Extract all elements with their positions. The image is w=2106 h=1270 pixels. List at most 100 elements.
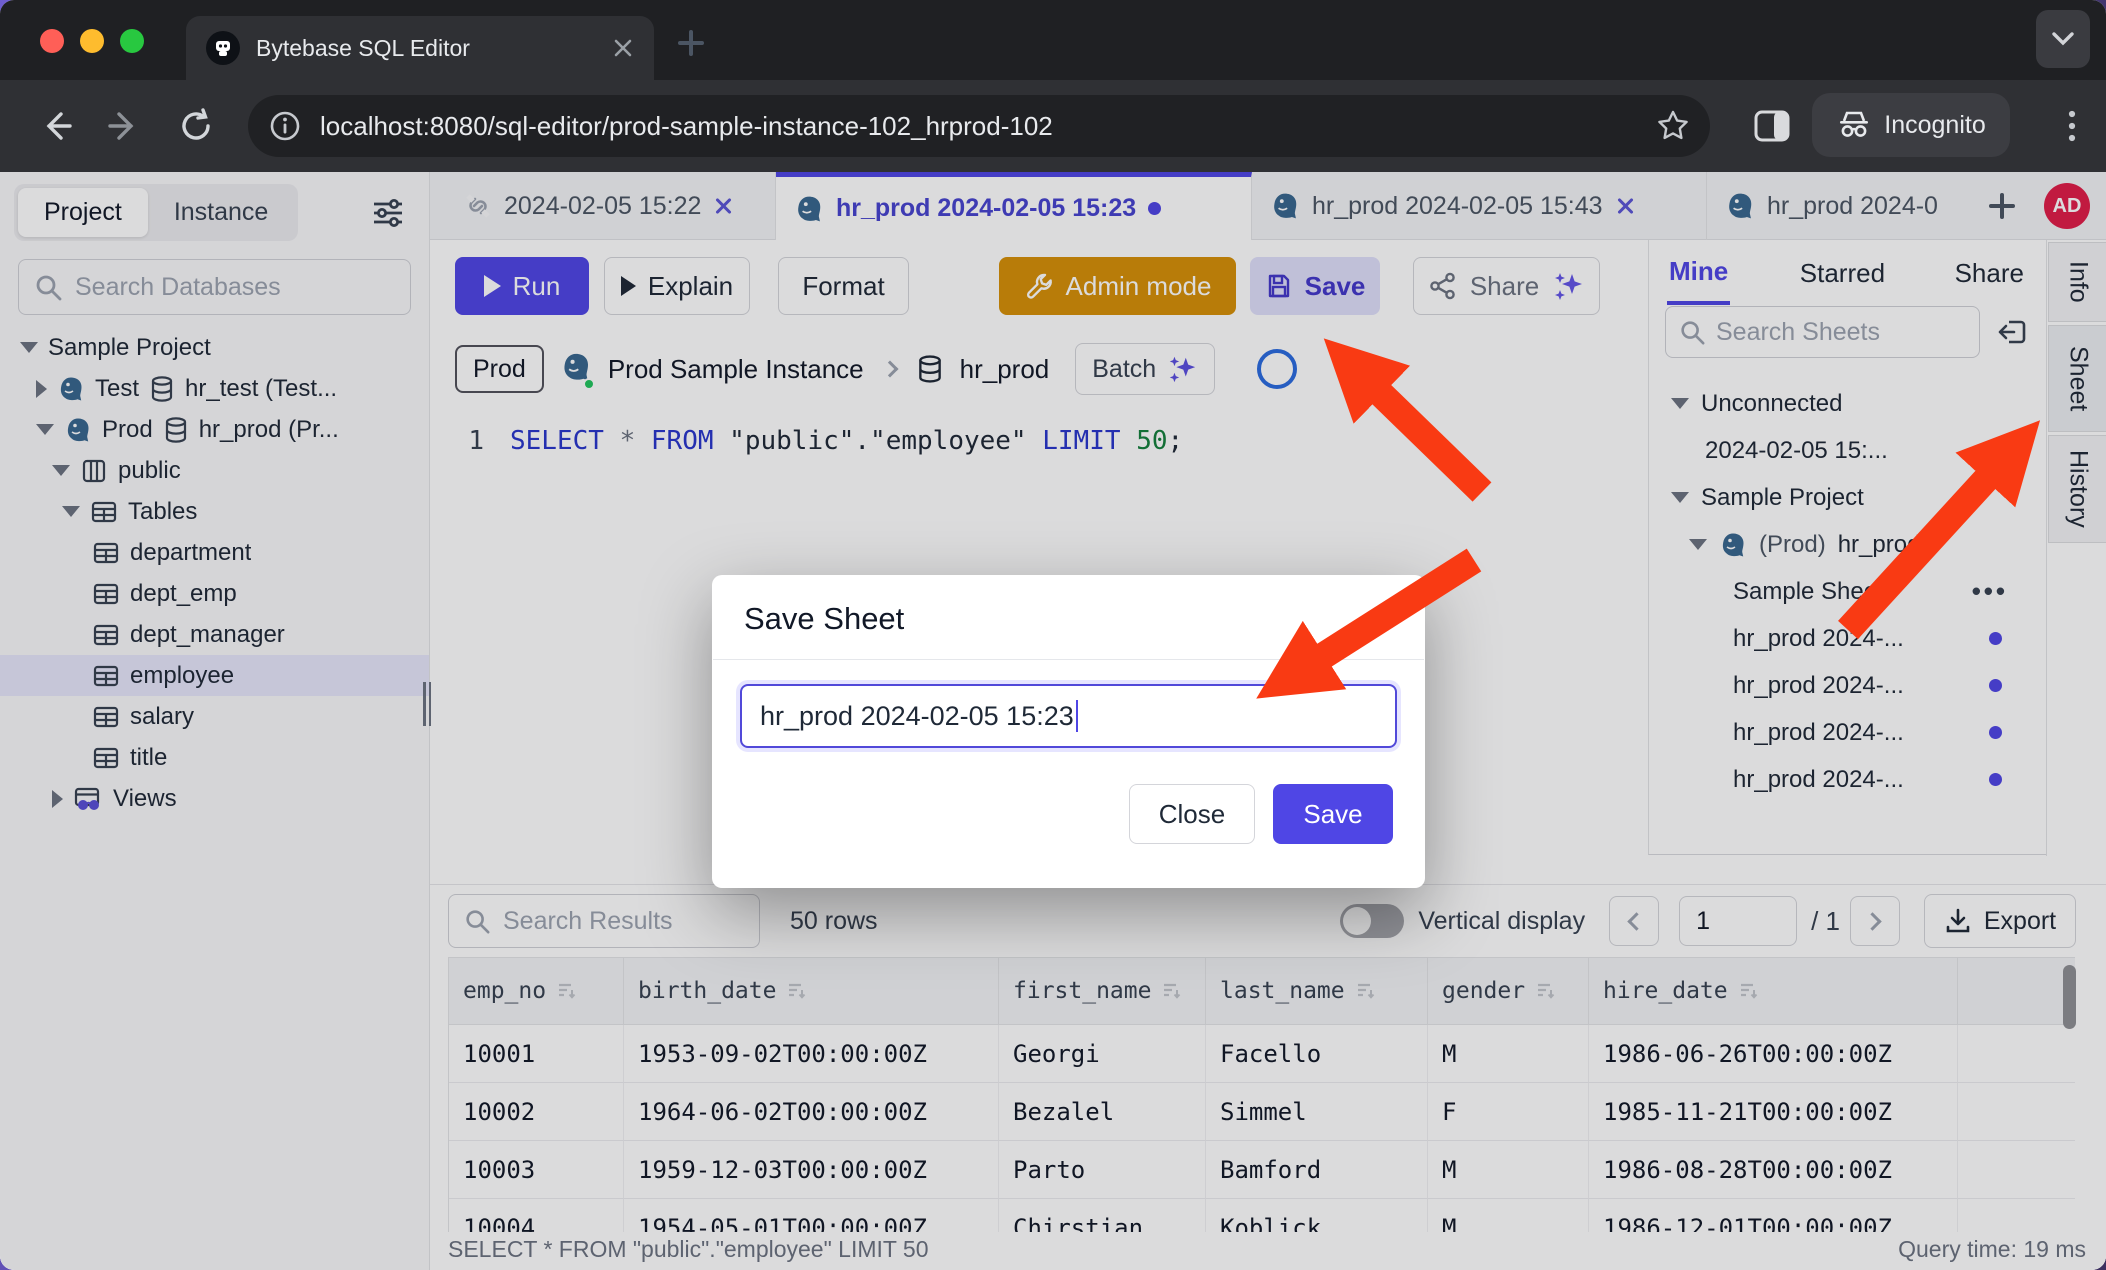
sheet-name-input[interactable]: hr_prod 2024-02-05 15:23 xyxy=(740,684,1397,748)
environment-chip[interactable]: Prod xyxy=(455,345,544,393)
run-button[interactable]: Run xyxy=(455,257,589,315)
table-row[interactable]: 100031959-12-03T00:00:00ZPartoBamfordM19… xyxy=(449,1141,2075,1199)
tab-project[interactable]: Project xyxy=(18,188,148,237)
back-icon[interactable] xyxy=(36,106,76,146)
database-name[interactable]: hr_prod xyxy=(960,354,1050,385)
tab-sheet[interactable]: Sheet xyxy=(2048,325,2106,432)
side-panel-icon[interactable] xyxy=(1750,104,1794,148)
column-header[interactable]: hire_date xyxy=(1589,958,1958,1025)
admin-mode-button[interactable]: Admin mode xyxy=(999,257,1236,315)
dialog-close-icon[interactable] xyxy=(1367,606,1393,632)
dialog-save-button[interactable]: Save xyxy=(1273,784,1393,844)
reload-icon[interactable] xyxy=(176,106,216,146)
close-tab-icon[interactable] xyxy=(1615,196,1635,216)
sheet-group-database[interactable]: (Prod)hr_prod xyxy=(1649,521,2046,568)
prev-page-button[interactable] xyxy=(1609,896,1659,946)
worksheet-tab-1[interactable]: 2024-02-05 15:22 xyxy=(446,172,776,240)
sheet-item[interactable]: 2024-02-05 15:... xyxy=(1649,427,2046,474)
sheet-group-unconnected[interactable]: Unconnected xyxy=(1649,380,2046,427)
tree-item-table[interactable]: salary xyxy=(0,696,429,737)
tree-item-test-db[interactable]: Test hr_test (Test... xyxy=(0,368,429,409)
next-page-button[interactable] xyxy=(1850,896,1900,946)
format-button[interactable]: Format xyxy=(778,257,909,315)
filter-sliders-icon[interactable] xyxy=(369,194,407,232)
vertical-display-toggle[interactable] xyxy=(1340,904,1404,938)
site-info-icon[interactable] xyxy=(268,109,302,143)
tree-item-schema-public[interactable]: public xyxy=(0,450,429,491)
tree-item-prod-db[interactable]: Prod hr_prod (Pr... xyxy=(0,409,429,450)
sidebar-resize-handle[interactable] xyxy=(423,682,431,726)
browser-tab-close-icon[interactable] xyxy=(612,37,634,59)
table-row[interactable]: 100041954-05-01T00:00:00ZChirstianKoblic… xyxy=(449,1199,2075,1233)
share-button[interactable]: Share xyxy=(1413,257,1600,315)
browser-menu-icon[interactable] xyxy=(2052,106,2092,146)
database-search-input[interactable]: Search Databases xyxy=(18,259,411,315)
sort-icon[interactable] xyxy=(1535,980,1557,1002)
table-row[interactable]: 100021964-06-02T00:00:00ZBezalelSimmelF1… xyxy=(449,1083,2075,1141)
dialog-close-button[interactable]: Close xyxy=(1129,784,1255,844)
browser-tab[interactable]: Bytebase SQL Editor xyxy=(186,16,654,80)
caret-down-icon[interactable] xyxy=(20,342,38,353)
results-table[interactable]: emp_no birth_date first_name last_name g… xyxy=(448,957,2075,1233)
sort-icon[interactable] xyxy=(1161,980,1183,1002)
tree-item-project[interactable]: Sample Project xyxy=(0,327,429,368)
sort-icon[interactable] xyxy=(786,980,808,1002)
sort-icon[interactable] xyxy=(1355,980,1377,1002)
tree-group-views[interactable]: Views xyxy=(0,778,429,819)
worksheet-tab-2-active[interactable]: hr_prod 2024-02-05 15:23 xyxy=(776,172,1252,240)
address-bar[interactable]: localhost:8080/sql-editor/prod-sample-in… xyxy=(248,95,1710,157)
sheet-item[interactable]: hr_prod 2024-... xyxy=(1649,615,2046,662)
instance-name[interactable]: Prod Sample Instance xyxy=(608,354,864,385)
sheet-item[interactable]: hr_prod 2024-... xyxy=(1649,709,2046,756)
window-close-button[interactable] xyxy=(40,29,64,53)
tree-item-table[interactable]: dept_emp xyxy=(0,573,429,614)
sort-icon[interactable] xyxy=(556,980,578,1002)
caret-right-icon[interactable] xyxy=(36,380,47,398)
user-avatar[interactable]: AD xyxy=(2044,183,2090,229)
tree-group-tables[interactable]: Tables xyxy=(0,491,429,532)
close-tab-icon[interactable] xyxy=(713,196,733,216)
explain-button[interactable]: Explain xyxy=(604,257,750,315)
page-number-input[interactable] xyxy=(1679,896,1797,946)
collapse-panel-icon[interactable] xyxy=(1996,315,2030,349)
results-search-input[interactable]: Search Results xyxy=(448,894,760,948)
tab-history[interactable]: History xyxy=(2048,435,2106,543)
tab-starred[interactable]: Starred xyxy=(1800,258,1885,289)
sheet-item[interactable]: Sample Sheet••• xyxy=(1649,568,2046,615)
caret-right-icon[interactable] xyxy=(52,790,63,808)
new-worksheet-button[interactable] xyxy=(1989,193,2015,219)
column-header[interactable]: gender xyxy=(1428,958,1589,1025)
batch-button[interactable]: Batch xyxy=(1075,343,1215,395)
sheet-search-input[interactable]: Search Sheets xyxy=(1665,306,1980,358)
save-button[interactable]: Save xyxy=(1250,257,1380,315)
results-scrollbar[interactable] xyxy=(2063,965,2076,1029)
tree-item-table-employee-selected[interactable]: employee xyxy=(0,655,429,696)
worksheet-tab-4[interactable]: hr_prod 2024-0 xyxy=(1707,172,1975,240)
caret-down-icon[interactable] xyxy=(36,424,54,435)
tree-item-table[interactable]: dept_manager xyxy=(0,614,429,655)
tree-item-table[interactable]: title xyxy=(0,737,429,778)
bookmark-star-icon[interactable] xyxy=(1656,109,1690,143)
forward-icon[interactable] xyxy=(104,106,144,146)
more-actions-icon[interactable]: ••• xyxy=(1972,576,2008,607)
column-header[interactable]: first_name xyxy=(999,958,1206,1025)
sheet-item[interactable]: hr_prod 2024-... xyxy=(1649,662,2046,709)
sheet-item[interactable]: hr_prod 2024-... xyxy=(1649,756,2046,803)
caret-down-icon[interactable] xyxy=(1671,492,1689,503)
worksheet-tab-3[interactable]: hr_prod 2024-02-05 15:43 xyxy=(1252,172,1707,240)
tab-mine[interactable]: Mine xyxy=(1667,242,1730,305)
caret-down-icon[interactable] xyxy=(1671,398,1689,409)
tab-info[interactable]: Info xyxy=(2048,242,2106,322)
sheet-group-project[interactable]: Sample Project xyxy=(1649,474,2046,521)
tab-share[interactable]: Share xyxy=(1955,258,2024,289)
column-header[interactable]: birth_date xyxy=(624,958,999,1025)
column-header[interactable]: last_name xyxy=(1206,958,1428,1025)
tab-search-chevron-button[interactable] xyxy=(2036,10,2090,68)
caret-down-icon[interactable] xyxy=(1689,539,1707,550)
column-header[interactable]: emp_no xyxy=(449,958,624,1025)
table-row[interactable]: 100011953-09-02T00:00:00ZGeorgiFacelloM1… xyxy=(449,1025,2075,1083)
sort-icon[interactable] xyxy=(1738,980,1760,1002)
window-minimize-button[interactable] xyxy=(80,29,104,53)
caret-down-icon[interactable] xyxy=(62,506,80,517)
caret-down-icon[interactable] xyxy=(52,465,70,476)
